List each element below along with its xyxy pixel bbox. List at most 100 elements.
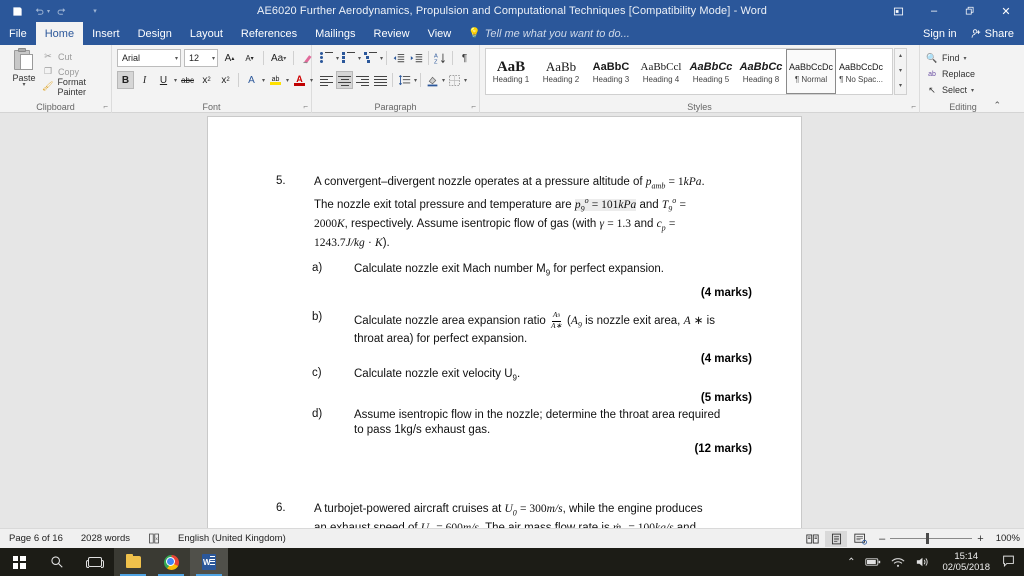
subscript-button[interactable]: x2: [198, 71, 215, 89]
page-indicator[interactable]: Page 6 of 16: [0, 533, 72, 544]
collapse-ribbon-button[interactable]: ⌃: [993, 100, 1001, 111]
numbering-button[interactable]: [340, 49, 357, 67]
style-heading-2[interactable]: AaBb Heading 2: [536, 49, 586, 94]
search-button[interactable]: [38, 548, 76, 576]
grow-font-button[interactable]: A ▴: [221, 49, 238, 67]
tab-home[interactable]: Home: [35, 22, 84, 45]
zoom-out-button[interactable]: –: [879, 533, 885, 545]
tab-design[interactable]: Design: [129, 22, 181, 45]
zoom-thumb[interactable]: [926, 533, 930, 544]
style-heading-3[interactable]: AaBbC Heading 3: [586, 49, 636, 94]
tab-mailings[interactable]: Mailings: [306, 22, 364, 45]
paste-button[interactable]: Paste ▾: [6, 48, 42, 88]
file-explorer-button[interactable]: [114, 548, 152, 576]
web-layout-button[interactable]: [849, 531, 871, 547]
start-button[interactable]: [0, 548, 38, 576]
tab-review[interactable]: Review: [365, 22, 419, 45]
zoom-slider[interactable]: – +: [873, 533, 990, 545]
redo-icon[interactable]: [50, 1, 72, 21]
shrink-font-button[interactable]: A ▾: [241, 49, 258, 67]
text-effects-dropdown-icon[interactable]: ▾: [262, 77, 265, 84]
minimize-button[interactable]: –: [916, 0, 952, 22]
borders-dropdown-icon[interactable]: ▾: [464, 77, 467, 84]
style-normal[interactable]: AaBbCcDc ¶ Normal: [786, 49, 836, 94]
zoom-track[interactable]: [890, 533, 973, 545]
tab-view[interactable]: View: [419, 22, 461, 45]
justify-button[interactable]: [372, 71, 389, 89]
word-count[interactable]: 2028 words: [72, 533, 139, 544]
tab-file[interactable]: File: [0, 22, 36, 45]
superscript-button[interactable]: x2: [217, 71, 234, 89]
styles-dialog-launcher[interactable]: ⌐: [911, 102, 916, 111]
chrome-button[interactable]: [152, 548, 190, 576]
align-right-button[interactable]: [354, 71, 371, 89]
zoom-in-button[interactable]: +: [977, 533, 983, 545]
style-heading-4[interactable]: AaBbCcl Heading 4: [636, 49, 686, 94]
wifi-icon[interactable]: [886, 557, 910, 568]
font-size-combobox[interactable]: 12 ▾: [184, 49, 218, 67]
multilevel-list-button[interactable]: [362, 49, 379, 67]
align-left-button[interactable]: [318, 71, 335, 89]
strikethrough-button[interactable]: abc: [179, 71, 196, 89]
decrease-indent-button[interactable]: [390, 49, 407, 67]
style-heading-8[interactable]: AaBbCc Heading 8: [736, 49, 786, 94]
bullets-dropdown-icon[interactable]: ▾: [336, 55, 339, 62]
shading-dropdown-icon[interactable]: ▾: [442, 77, 445, 84]
sort-button[interactable]: AZ: [432, 49, 449, 67]
scroll-up-icon[interactable]: ▴: [899, 49, 902, 64]
close-button[interactable]: ✕: [988, 0, 1024, 22]
bullets-button[interactable]: [318, 49, 335, 67]
more-styles-icon[interactable]: ▾: [899, 79, 902, 94]
line-spacing-button[interactable]: [396, 71, 413, 89]
line-spacing-dropdown-icon[interactable]: ▾: [414, 77, 417, 84]
save-icon[interactable]: [6, 1, 28, 21]
scroll-down-icon[interactable]: ▾: [899, 64, 902, 79]
tab-references[interactable]: References: [232, 22, 306, 45]
underline-dropdown-icon[interactable]: ▾: [174, 77, 177, 84]
print-layout-button[interactable]: [825, 530, 848, 547]
customize-quick-access-toolbar-icon[interactable]: ▾: [84, 1, 106, 21]
word-button[interactable]: W: [190, 548, 228, 576]
cut-button[interactable]: ✂ Cut: [40, 49, 111, 64]
paste-dropdown-icon[interactable]: ▾: [22, 82, 25, 88]
action-center-button[interactable]: [998, 555, 1024, 570]
highlight-dropdown-icon[interactable]: ▾: [286, 77, 289, 84]
style-heading-5[interactable]: AaBbCc Heading 5: [686, 49, 736, 94]
language-indicator[interactable]: English (United Kingdom): [169, 533, 295, 544]
font-name-combobox[interactable]: Arial ▾: [117, 49, 181, 67]
replace-button[interactable]: ab Replace: [920, 66, 975, 82]
read-mode-button[interactable]: [801, 531, 823, 547]
document-canvas[interactable]: 5. A convergent–divergent nozzle operate…: [0, 113, 1024, 528]
select-dropdown-icon[interactable]: ▾: [971, 87, 974, 94]
style-no-spacing[interactable]: AaBbCcDc ¶ No Spac...: [836, 49, 886, 94]
font-dialog-launcher[interactable]: ⌐: [303, 102, 308, 111]
select-button[interactable]: ↖ Select ▾: [920, 82, 975, 98]
ribbon-display-options-icon[interactable]: [880, 0, 916, 22]
font-color-button[interactable]: A: [291, 71, 308, 89]
document-page[interactable]: 5. A convergent–divergent nozzle operate…: [208, 117, 801, 528]
clipboard-dialog-launcher[interactable]: ⌐: [103, 102, 108, 111]
volume-icon[interactable]: [910, 556, 934, 568]
change-case-button[interactable]: Aa ▾: [269, 49, 288, 67]
show-formatting-marks-button[interactable]: ¶: [456, 49, 473, 67]
bold-button[interactable]: B: [117, 71, 134, 89]
tab-layout[interactable]: Layout: [181, 22, 232, 45]
increase-indent-button[interactable]: [408, 49, 425, 67]
shading-button[interactable]: [424, 71, 441, 89]
find-dropdown-icon[interactable]: ▾: [964, 55, 967, 62]
find-button[interactable]: 🔍 Find ▾: [920, 50, 975, 66]
task-view-button[interactable]: [76, 548, 114, 576]
numbering-dropdown-icon[interactable]: ▾: [358, 55, 361, 62]
styles-gallery-scroll[interactable]: ▴ ▾ ▾: [894, 48, 907, 95]
format-painter-button[interactable]: 🖌 Format Painter: [40, 77, 111, 97]
zoom-level[interactable]: 100%: [992, 533, 1020, 544]
paragraph-dialog-launcher[interactable]: ⌐: [471, 102, 476, 111]
share-button[interactable]: Share: [967, 28, 1024, 40]
battery-icon[interactable]: [860, 557, 886, 567]
show-hidden-icons-button[interactable]: ⌃: [842, 557, 860, 568]
sign-in-button[interactable]: Sign in: [913, 28, 967, 40]
tab-insert[interactable]: Insert: [83, 22, 129, 45]
text-effects-button[interactable]: A: [243, 71, 260, 89]
text-highlight-color-button[interactable]: ab: [267, 71, 284, 89]
proofing-status-button[interactable]: x: [139, 533, 169, 544]
